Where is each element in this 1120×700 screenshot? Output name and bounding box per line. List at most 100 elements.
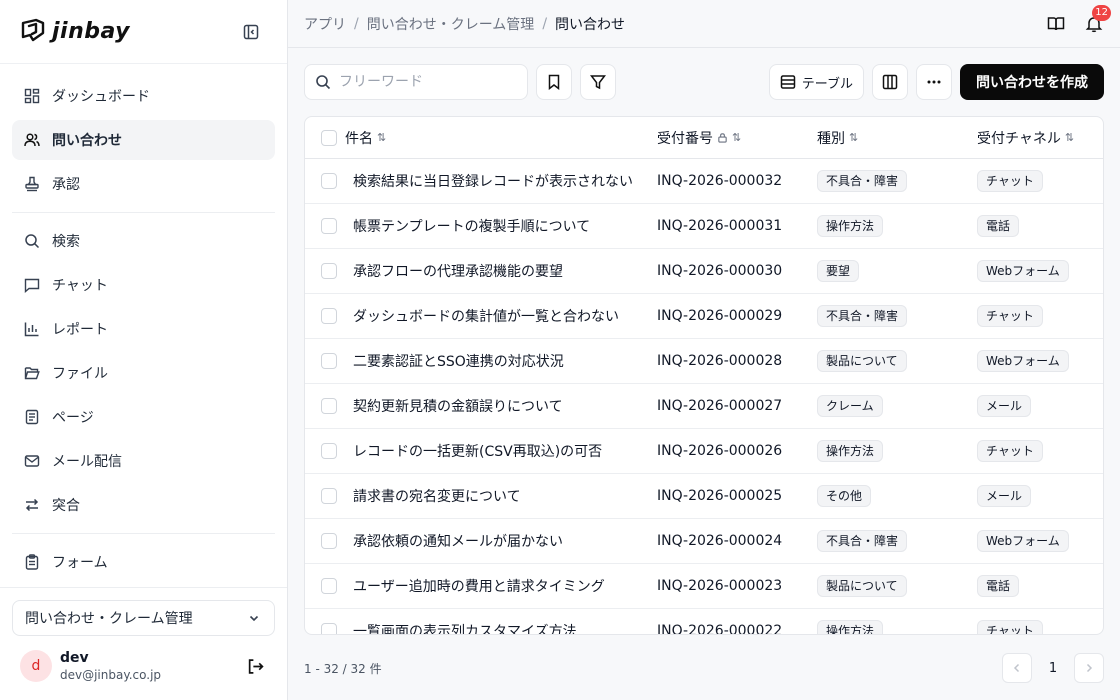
cell-name[interactable]: 請求書の宛名変更について bbox=[353, 486, 657, 506]
sidebar-collapse-button[interactable] bbox=[241, 22, 261, 42]
sidebar-item-chat[interactable]: チャット bbox=[12, 265, 275, 305]
next-page-button[interactable] bbox=[1074, 653, 1104, 683]
row-checkbox[interactable] bbox=[321, 578, 337, 594]
filter-button[interactable] bbox=[580, 64, 616, 100]
channel-badge: メール bbox=[977, 485, 1032, 507]
row-checkbox[interactable] bbox=[321, 353, 337, 369]
row-checkbox-cell bbox=[305, 488, 353, 504]
row-checkbox[interactable] bbox=[321, 623, 337, 634]
sidebar-item-search[interactable]: 検索 bbox=[12, 221, 275, 261]
cell-name[interactable]: 帳票テンプレートの複製手順について bbox=[353, 216, 657, 236]
column-header-label: 受付番号 bbox=[657, 130, 713, 147]
view-mode-label: テーブル bbox=[801, 76, 853, 92]
search-box bbox=[304, 64, 528, 100]
chat-icon bbox=[24, 277, 40, 293]
breadcrumb-separator: / bbox=[354, 15, 359, 32]
cell-name[interactable]: 一覧画面の表示列カスタマイズ方法 bbox=[353, 621, 657, 634]
view-mode-button[interactable]: テーブル bbox=[768, 64, 864, 100]
cell-number: INQ-2026-000029 bbox=[657, 308, 783, 324]
page-number[interactable]: 1 bbox=[1038, 653, 1068, 683]
cell-name[interactable]: 検索結果に当日登録レコードが表示されない bbox=[353, 171, 657, 191]
cell-name[interactable]: 承認依頼の通知メールが届かない bbox=[353, 531, 657, 551]
main-content: アプリ / 問い合わせ・クレーム管理 / 問い合わせ 12 フリーワード テーブ… bbox=[288, 0, 1120, 700]
chart-icon bbox=[24, 321, 40, 337]
sidebar-item-pages[interactable]: ページ bbox=[12, 397, 275, 437]
breadcrumb-root[interactable]: アプリ bbox=[304, 14, 346, 34]
create-inquiry-button[interactable]: 問い合わせを作成 bbox=[960, 64, 1104, 100]
cell-number: INQ-2026-000022 bbox=[657, 623, 783, 635]
type-badge: 操作方法 bbox=[817, 440, 884, 462]
sidebar-item-label: フォーム bbox=[52, 555, 108, 571]
row-checkbox[interactable] bbox=[321, 533, 337, 549]
table-row[interactable]: 一覧画面の表示列カスタマイズ方法 INQ-2026-000022 操作方法 チャット bbox=[305, 609, 1103, 635]
sort-icon: ⇅ bbox=[1064, 131, 1075, 144]
avatar[interactable]: d bbox=[20, 650, 52, 682]
sidebar-item-inquiries[interactable]: 問い合わせ bbox=[12, 120, 275, 160]
table-row[interactable]: 承認依頼の通知メールが届かない INQ-2026-000024 不具合・障害 Webフ… bbox=[305, 519, 1103, 564]
search-input[interactable] bbox=[339, 74, 509, 90]
column-header-number[interactable]: 受付番号 ⇅ bbox=[657, 128, 817, 148]
table-row[interactable]: ダッシュボードの集計値が一覧と合わない INQ-2026-000029 不具合・障害… bbox=[305, 294, 1103, 339]
cell-name[interactable]: 契約更新見積の金額誤りについて bbox=[353, 396, 657, 416]
sidebar-item-dashboard[interactable]: ダッシュボード bbox=[12, 76, 275, 116]
row-checkbox[interactable] bbox=[321, 443, 337, 459]
logo[interactable]: jinbay bbox=[20, 17, 130, 47]
table-row[interactable]: 帳票テンプレートの複製手順について INQ-2026-000031 操作方法 電話 bbox=[305, 204, 1103, 249]
row-checkbox[interactable] bbox=[321, 308, 337, 324]
sidebar-item-reconcile[interactable]: 突合 bbox=[12, 485, 275, 525]
record-count: 1 - 32 / 32 件 bbox=[304, 661, 382, 676]
bookmark-button[interactable] bbox=[536, 64, 572, 100]
column-header-channel[interactable]: 受付チャネル ⇅ bbox=[977, 128, 1103, 148]
cell-number: INQ-2026-000028 bbox=[657, 353, 783, 369]
column-header-name[interactable]: 件名 ⇅ bbox=[345, 128, 657, 148]
channel-badge: チャット bbox=[977, 440, 1043, 462]
table-row[interactable]: ユーザー追加時の費用と請求タイミング INQ-2026-000023 製品について 電… bbox=[305, 564, 1103, 609]
sidebar-item-approval[interactable]: 承認 bbox=[12, 164, 275, 204]
inquiry-table: 件名 ⇅ 受付番号 ⇅ 種別 ⇅ 受付チャネル ⇅ 検索結果に当日登録レコードが表示さ… bbox=[304, 116, 1104, 635]
cell-name[interactable]: 二要素認証とSSO連携の対応状況 bbox=[353, 351, 657, 371]
cell-type: 要望 bbox=[817, 260, 977, 282]
row-checkbox[interactable] bbox=[321, 488, 337, 504]
cell-type: 不具合・障害 bbox=[817, 530, 977, 552]
table-row[interactable]: 検索結果に当日登録レコードが表示されない INQ-2026-000032 不具合・障… bbox=[305, 159, 1103, 204]
select-all-checkbox[interactable] bbox=[321, 129, 337, 146]
row-checkbox[interactable] bbox=[321, 218, 337, 234]
table-row[interactable]: 契約更新見積の金額誤りについて INQ-2026-000027 クレーム メール bbox=[305, 384, 1103, 429]
sidebar-item-files[interactable]: ファイル bbox=[12, 353, 275, 393]
table-row[interactable]: 二要素認証とSSO連携の対応状況 INQ-2026-000028 製品について Web… bbox=[305, 339, 1103, 384]
app-root: jinbay ダッシュボード 問い合わせ 承認 検索 チャット レポート ファイ… bbox=[0, 0, 1120, 700]
breadcrumb-section[interactable]: 問い合わせ・クレーム管理 bbox=[367, 14, 535, 34]
columns-button[interactable] bbox=[872, 64, 908, 100]
cell-name[interactable]: レコードの一括更新(CSV再取込)の可否 bbox=[353, 441, 657, 461]
table-footer: 1 - 32 / 32 件 1 bbox=[304, 652, 1104, 684]
cell-type: その他 bbox=[817, 485, 977, 507]
column-header-type[interactable]: 種別 ⇅ bbox=[817, 128, 977, 148]
docs-button[interactable] bbox=[1046, 14, 1066, 34]
sidebar-item-mail[interactable]: メール配信 bbox=[12, 441, 275, 481]
channel-badge: チャット bbox=[977, 170, 1043, 192]
table-row[interactable]: 承認フローの代理承認機能の要望 INQ-2026-000030 要望 Webフォーム bbox=[305, 249, 1103, 294]
breadcrumb-current: 問い合わせ bbox=[555, 16, 626, 33]
sidebar-item-reports[interactable]: レポート bbox=[12, 309, 275, 349]
table-row[interactable]: 請求書の宛名変更について INQ-2026-000025 その他 メール bbox=[305, 474, 1103, 519]
row-checkbox[interactable] bbox=[321, 398, 337, 414]
type-badge: 製品について bbox=[817, 575, 907, 597]
notifications-button[interactable]: 12 bbox=[1084, 4, 1111, 34]
workspace-select[interactable]: 問い合わせ・クレーム管理 bbox=[12, 600, 275, 636]
cell-name[interactable]: 承認フローの代理承認機能の要望 bbox=[353, 261, 657, 281]
row-checkbox[interactable] bbox=[321, 263, 337, 279]
cell-name[interactable]: ダッシュボードの集計値が一覧と合わない bbox=[353, 306, 657, 326]
sidebar-item-label: 承認 bbox=[52, 177, 80, 193]
prev-page-button[interactable] bbox=[1002, 653, 1032, 683]
sidebar-item-forms[interactable]: フォーム bbox=[12, 542, 275, 582]
logout-button[interactable] bbox=[246, 657, 264, 675]
row-checkbox[interactable] bbox=[321, 173, 337, 189]
channel-badge: 電話 bbox=[977, 575, 1020, 597]
table-row[interactable]: レコードの一括更新(CSV再取込)の可否 INQ-2026-000026 操作方法 チ… bbox=[305, 429, 1103, 474]
sidebar-item-label: レポート bbox=[52, 322, 108, 338]
search-icon bbox=[316, 75, 331, 90]
logo-mark-icon bbox=[20, 17, 46, 47]
filter-icon bbox=[590, 75, 606, 90]
more-button[interactable] bbox=[916, 64, 952, 100]
cell-name[interactable]: ユーザー追加時の費用と請求タイミング bbox=[353, 576, 657, 596]
